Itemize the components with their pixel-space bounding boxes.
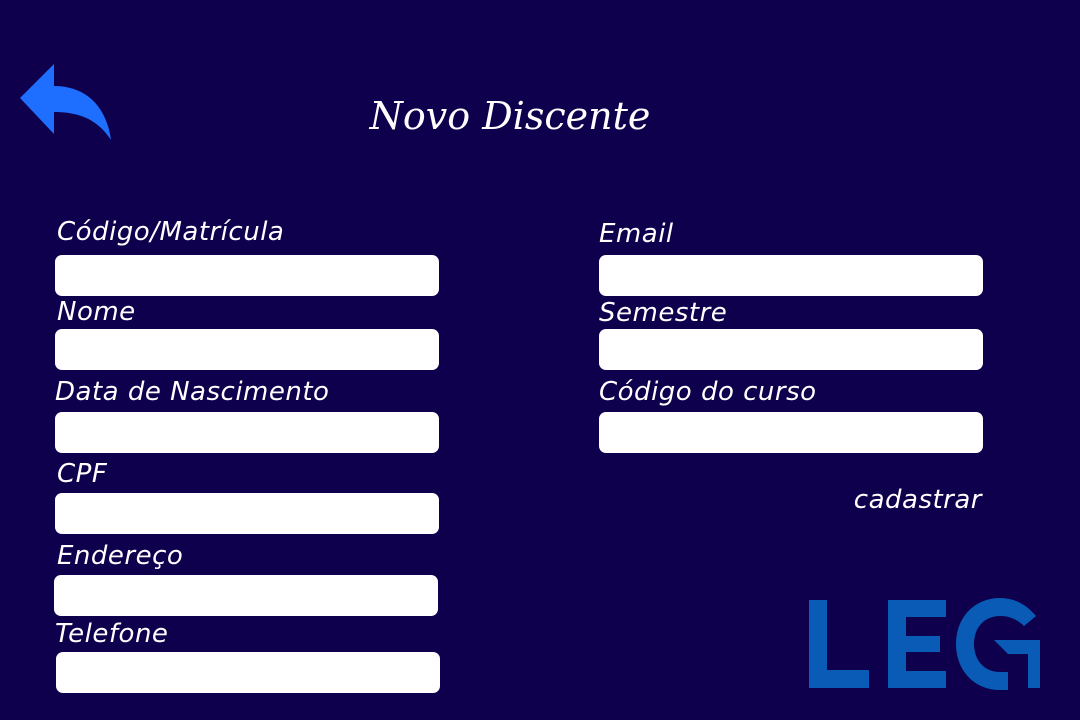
leg-logo-mark [809, 598, 1040, 690]
codigo-curso-label: Código do curso [599, 377, 817, 407]
matricula-label: Código/Matrícula [57, 217, 285, 247]
nome-input[interactable] [55, 329, 439, 370]
back-button[interactable] [18, 62, 114, 144]
leg-logo [806, 596, 1046, 692]
email-input[interactable] [599, 255, 983, 296]
cpf-input[interactable] [55, 493, 439, 534]
telefone-label: Telefone [55, 619, 169, 649]
endereco-label: Endereço [57, 541, 184, 571]
cpf-label: CPF [57, 459, 108, 489]
page-title: Novo Discente [369, 94, 651, 138]
semestre-input[interactable] [599, 329, 983, 370]
matricula-input[interactable] [55, 255, 439, 296]
back-arrow-icon [20, 64, 111, 140]
codigo-curso-input[interactable] [599, 412, 983, 453]
nome-label: Nome [57, 297, 136, 327]
email-label: Email [599, 219, 674, 249]
telefone-input[interactable] [56, 652, 440, 693]
cadastrar-button[interactable]: cadastrar [830, 482, 982, 518]
semestre-label: Semestre [599, 298, 728, 328]
data-nascimento-label: Data de Nascimento [55, 377, 330, 407]
data-nascimento-input[interactable] [55, 412, 439, 453]
endereco-input[interactable] [54, 575, 438, 616]
